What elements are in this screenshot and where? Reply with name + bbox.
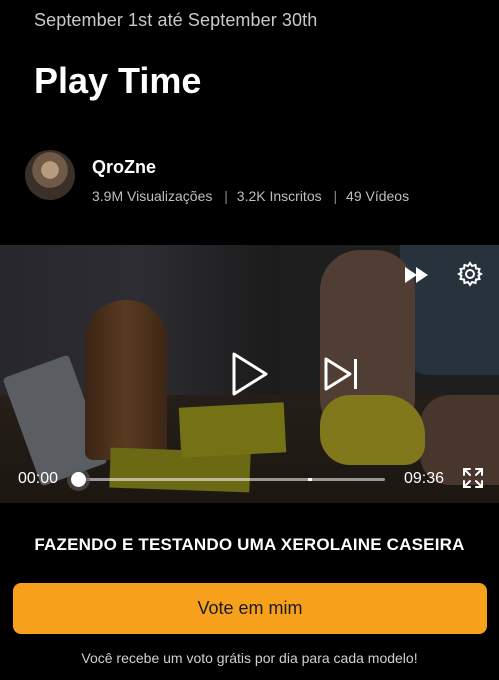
progress-knob[interactable]: [71, 472, 86, 487]
avatar[interactable]: [25, 150, 75, 200]
skip-next-icon[interactable]: [323, 355, 361, 393]
play-icon[interactable]: [226, 349, 272, 399]
gear-icon[interactable]: [457, 261, 483, 287]
buffer-marker: [308, 478, 313, 481]
stats-separator: |: [333, 188, 338, 204]
fast-forward-icon[interactable]: [403, 262, 433, 288]
fullscreen-expand-icon[interactable]: [462, 467, 484, 489]
video-title: FAZENDO E TESTANDO UMA XEROLAINE CASEIRA: [34, 535, 465, 554]
current-time: 00:00: [18, 470, 59, 487]
creator-stats: 3.9M Visualizações | 3.2K Inscritos | 49…: [92, 188, 409, 204]
date-range: September 1st até September 30th: [34, 10, 318, 30]
vote-note: Você recebe um voto grátis por dia para …: [81, 650, 418, 666]
subscribers-count: 3.2K Inscritos: [236, 188, 322, 204]
stats-separator: |: [224, 188, 228, 204]
videos-count: 49 Vídeos: [346, 188, 410, 204]
duration: 09:36: [404, 470, 445, 487]
views-count: 3.9M Visualizações: [92, 188, 213, 204]
progress-bar[interactable]: [71, 472, 385, 487]
page-title: Play Time: [34, 60, 202, 101]
creator-name[interactable]: QroZne: [92, 157, 156, 178]
vote-button[interactable]: Vote em mim: [13, 583, 487, 634]
creator-card[interactable]: QroZne 3.9M Visualizações | 3.2K Inscrit…: [25, 150, 485, 204]
